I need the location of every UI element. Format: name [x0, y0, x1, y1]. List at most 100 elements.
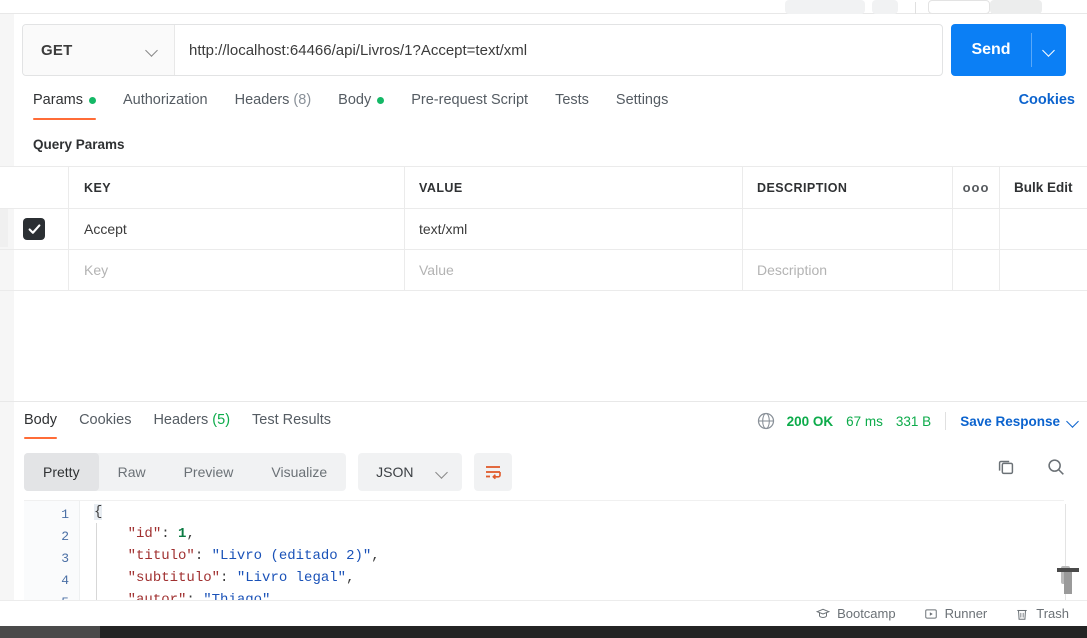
placeholder-description-cell[interactable]: Description [743, 250, 953, 290]
statusbar-runner-label: Runner [944, 606, 988, 621]
chevron-down-icon [1067, 415, 1079, 427]
tab-pre-request-script-label: Pre-request Script [411, 92, 529, 108]
row-description-cell[interactable] [743, 209, 953, 249]
code-content: { "id": 1, "titulo": "Livro (editado 2)"… [94, 501, 380, 611]
statusbar-item-bootcamp[interactable]: Bootcamp [816, 606, 896, 621]
statusbar-bootcamp-label: Bootcamp [837, 606, 896, 621]
response-time: 67 ms [846, 413, 883, 429]
response-vertical-scrollbar[interactable] [1061, 504, 1070, 612]
header-value-label: VALUE [419, 180, 463, 195]
trash-icon [1017, 609, 1027, 620]
save-response-label: Save Response [960, 413, 1060, 429]
response-size: 331 B [895, 413, 932, 429]
tab-pre-request-script[interactable]: Pre-request Script [411, 90, 528, 120]
url-bar: GET http://localhost:64466/api/Livros/1?… [22, 24, 943, 76]
tab-body-label: Body [338, 92, 372, 108]
response-tab-cookies[interactable]: Cookies [79, 410, 131, 439]
top-stub-a[interactable] [785, 0, 865, 14]
search-icon[interactable] [1045, 456, 1067, 478]
placeholder-key-cell[interactable]: Key [69, 250, 405, 290]
view-mode-pretty[interactable]: Pretty [24, 453, 99, 491]
placeholder-value-text: Value [419, 262, 454, 278]
response-tab-headers[interactable]: Headers (5) [153, 410, 230, 439]
placeholder-checkbox-cell [0, 250, 69, 290]
placeholder-description-text: Description [757, 262, 828, 278]
row-tail-cell [1000, 209, 1087, 249]
view-mode-raw[interactable]: Raw [99, 453, 165, 491]
status-bar: Bootcamp Runner Trash [0, 600, 1087, 626]
table-options-button[interactable]: ooo [953, 167, 1000, 208]
placeholder-tail-cell [1000, 250, 1087, 290]
text-cursor-icon [1057, 568, 1079, 594]
statusbar-item-trash[interactable]: Trash [1015, 606, 1069, 621]
top-stub-b[interactable] [872, 0, 898, 14]
more-options-icon: ooo [962, 180, 990, 195]
top-stub-d[interactable] [990, 0, 1042, 14]
table-row: Accept text/xml [0, 209, 1087, 250]
send-options-button[interactable] [1032, 24, 1066, 76]
statusbar-trash-label: Trash [1036, 606, 1069, 621]
tab-params[interactable]: Params [33, 90, 96, 120]
query-params-title: Query Params [33, 137, 125, 152]
code-gutter: 1 2 3 4 5 [24, 501, 80, 612]
taskbar-left-segment [0, 626, 100, 638]
row-options-cell [953, 209, 1000, 249]
bulk-edit-label: Bulk Edit [1014, 180, 1073, 195]
body-status-dot-icon [377, 96, 385, 104]
line-number: 1 [61, 507, 69, 522]
word-wrap-icon [485, 466, 501, 480]
cookies-link[interactable]: Cookies [1019, 92, 1075, 108]
placeholder-value-cell[interactable]: Value [405, 250, 743, 290]
tab-authorization[interactable]: Authorization [123, 90, 208, 120]
header-cell-key: KEY [69, 167, 405, 208]
send-button[interactable]: Send [951, 24, 1066, 76]
word-wrap-button[interactable] [473, 453, 512, 491]
tab-body[interactable]: Body [338, 90, 385, 120]
placeholder-options-cell [953, 250, 1000, 290]
chevron-down-icon [436, 466, 448, 478]
tab-settings-label: Settings [615, 92, 669, 108]
row-value-cell[interactable]: text/xml [405, 209, 743, 249]
view-mode-segmented: Pretty Raw Preview Visualize [24, 453, 347, 491]
header-description-label: DESCRIPTION [757, 180, 848, 195]
row-key-value: Accept [84, 221, 127, 237]
table-placeholder-row: Key Value Description [0, 250, 1087, 291]
tab-tests[interactable]: Tests [555, 90, 589, 120]
view-mode-preview[interactable]: Preview [165, 453, 253, 491]
statusbar-item-runner[interactable]: Runner [924, 606, 988, 621]
view-mode-visualize[interactable]: Visualize [252, 453, 346, 491]
response-tab-test-results[interactable]: Test Results [252, 410, 331, 439]
url-input[interactable]: http://localhost:64466/api/Livros/1?Acce… [175, 25, 942, 75]
row-key-cell[interactable]: Accept [69, 209, 405, 249]
response-body-code[interactable]: 1 2 3 4 5 { "id": 1, "titulo": "Livro (e… [24, 500, 1064, 612]
code-line: "titulo": "Livro (editado 2)", [127, 548, 380, 564]
tab-params-label: Params [33, 92, 83, 108]
header-cell-description: DESCRIPTION [743, 167, 953, 208]
top-stub-c[interactable] [928, 0, 990, 14]
request-tabs: Params Authorization Headers (8) Body Pr… [0, 90, 1087, 128]
http-method-label: GET [41, 41, 73, 59]
tab-headers-label: Headers [234, 92, 290, 108]
globe-icon [757, 412, 774, 430]
query-params-table: KEY VALUE DESCRIPTION ooo Bulk Edit Acce… [0, 166, 1087, 291]
row-checkbox[interactable] [23, 218, 45, 240]
response-status: 200 OK [786, 413, 834, 429]
chevron-down-icon [146, 44, 158, 56]
bootcamp-icon [816, 608, 831, 618]
response-tab-body[interactable]: Body [24, 410, 58, 439]
response-tab-headers-label: Headers [153, 412, 209, 428]
bulk-edit-button[interactable]: Bulk Edit [1000, 167, 1087, 208]
response-format-label: JSON [376, 464, 414, 480]
request-url-row: GET http://localhost:64466/api/Livros/1?… [22, 24, 1066, 76]
check-icon [28, 223, 40, 234]
params-status-dot-icon [88, 96, 96, 104]
save-response-button[interactable]: Save Response [960, 414, 1079, 429]
response-format-selector[interactable]: JSON [358, 453, 462, 491]
row-value-value: text/xml [419, 221, 468, 237]
copy-icon[interactable] [995, 456, 1017, 478]
http-method-selector[interactable]: GET [23, 25, 175, 75]
tab-headers[interactable]: Headers (8) [235, 90, 312, 120]
response-divider [0, 401, 1087, 402]
top-toolbar-strip [0, 0, 1087, 14]
tab-settings[interactable]: Settings [616, 90, 668, 120]
